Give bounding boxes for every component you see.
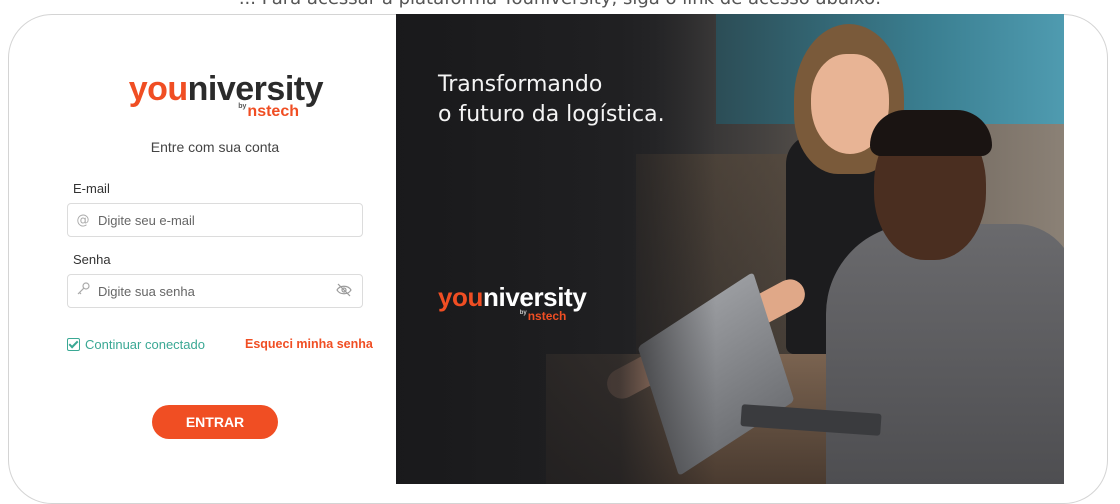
- logo-you: you: [128, 70, 188, 108]
- logo-brand: nstech: [247, 103, 299, 120]
- hero-man-hair: [870, 110, 992, 156]
- forgot-password-link[interactable]: Esqueci minha senha: [245, 337, 373, 351]
- email-label: E-mail: [73, 181, 110, 196]
- logo-by: by: [238, 103, 247, 110]
- hero-man-body: [826, 224, 1064, 484]
- email-field-wrapper[interactable]: @: [67, 203, 363, 237]
- email-field[interactable]: [98, 204, 362, 236]
- key-icon: [68, 282, 98, 300]
- login-button[interactable]: ENTRAR: [152, 405, 278, 439]
- hero-headline: Transformando o futuro da logística.: [438, 72, 665, 127]
- password-label: Senha: [73, 252, 111, 267]
- password-field[interactable]: [98, 275, 326, 307]
- page-caption: ... Para acessar a plataforma Youniversi…: [0, 0, 1120, 8]
- remember-me-label[interactable]: Continuar conectado: [85, 337, 205, 352]
- remember-me-checkbox[interactable]: Continuar conectado: [67, 337, 205, 352]
- hero-banner: Transformando o futuro da logística. you…: [396, 14, 1064, 484]
- login-panel: youniversity bynstech Entre com sua cont…: [9, 15, 404, 503]
- login-subtitle: Entre com sua conta: [150, 139, 280, 155]
- password-field-wrapper[interactable]: [67, 274, 363, 308]
- at-sign-icon: @: [76, 212, 90, 228]
- eye-off-icon[interactable]: [326, 282, 362, 301]
- checkbox-checked-icon[interactable]: [67, 338, 80, 351]
- hero-logo: youniversity bynstech: [438, 282, 587, 323]
- brand-logo: youniversity bynstech: [113, 70, 324, 121]
